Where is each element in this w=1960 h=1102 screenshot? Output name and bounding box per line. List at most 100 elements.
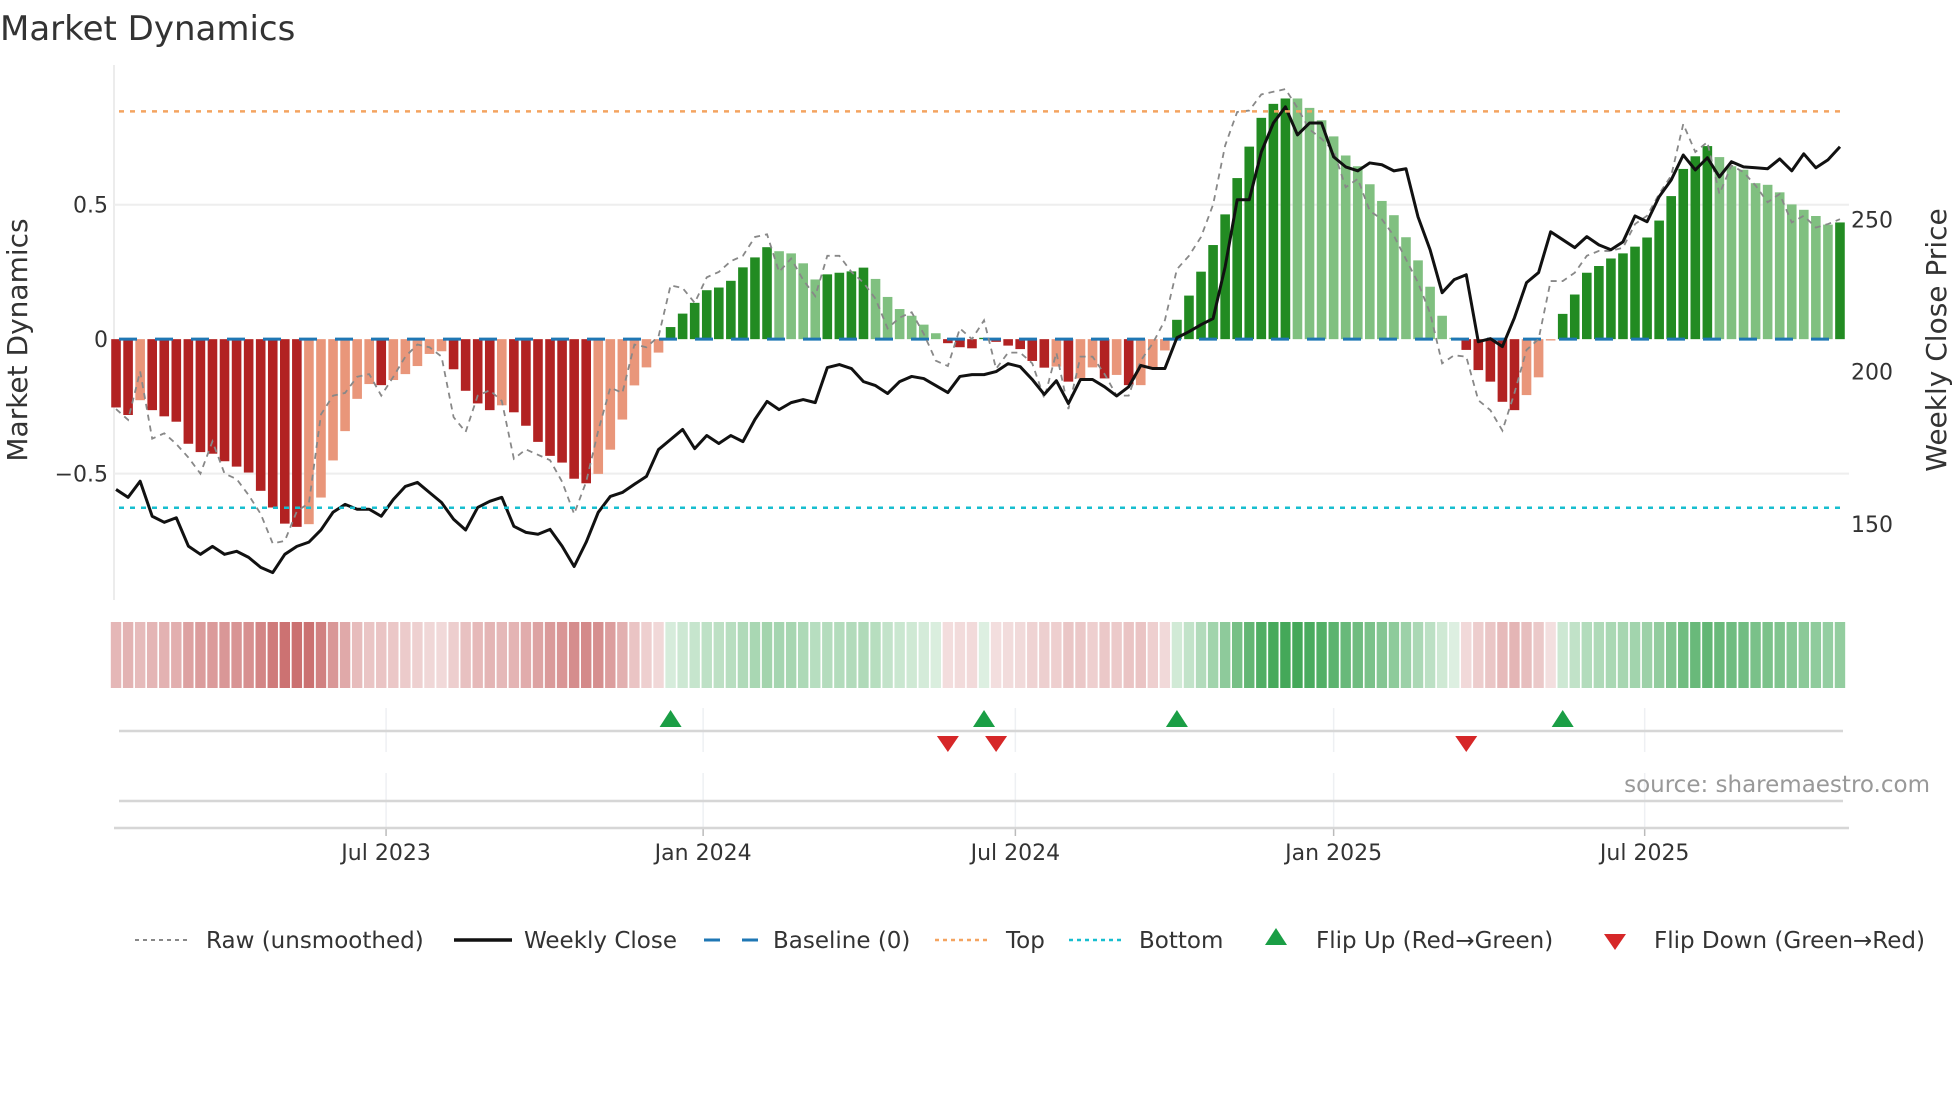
heat-strip-cell (1641, 622, 1653, 688)
momentum-bar (858, 267, 869, 340)
momentum-bar (1280, 98, 1291, 340)
heat-strip-cell (1473, 622, 1484, 688)
heat-strip-cell (1207, 622, 1219, 688)
heat-strip-cell (231, 622, 242, 688)
y2-tick-label: 200 (1851, 361, 1893, 386)
heat-strip-cell (1750, 622, 1761, 688)
momentum-bar (1268, 103, 1279, 340)
heat-strip-cell (1376, 622, 1388, 688)
heat-strip-cell (134, 622, 146, 688)
heat-strip-cell (1798, 622, 1810, 688)
heat-strip-cell (195, 622, 206, 688)
heat-strip-cell (556, 622, 568, 688)
heat-strip-cell (1014, 622, 1026, 688)
heat-strip-cell (665, 622, 676, 688)
momentum-bar (207, 339, 218, 454)
legend-flip-up-icon (1265, 928, 1287, 945)
heat-strip-cell (267, 622, 278, 688)
momentum-bar (304, 339, 314, 525)
raw-unsmoothed-line (115, 88, 1841, 545)
heat-strip-cell (207, 622, 218, 688)
heat-strip-cell (363, 622, 375, 688)
momentum-bar (316, 339, 326, 498)
heat-strip-cell (1786, 622, 1797, 688)
heat-strip-cell (1195, 622, 1207, 688)
heat-strip-cell (1231, 622, 1243, 688)
momentum-bar (159, 339, 170, 417)
heat-strip-cell (797, 622, 809, 688)
heat-strip-cell (1557, 622, 1568, 688)
heat-strip-cell (448, 622, 459, 688)
flip-up-marker (973, 710, 996, 727)
momentum-bar (931, 333, 941, 340)
legend-label: Top (1005, 928, 1045, 954)
heat-strip-cell (1388, 622, 1400, 688)
heat-strip-cell (146, 622, 158, 688)
momentum-bar (1630, 246, 1640, 340)
heat-strip-cell (1328, 622, 1339, 688)
heat-strip-cell (918, 622, 929, 688)
momentum-bar (1666, 196, 1676, 340)
heat-strip-cell (1605, 622, 1617, 688)
heat-strip-cell (1099, 622, 1110, 688)
heat-strip-cell (110, 622, 122, 688)
momentum-bar (1738, 169, 1749, 340)
heat-strip-cell (1678, 622, 1689, 688)
heat-strip-cell (846, 622, 857, 688)
momentum-bar (352, 339, 362, 399)
momentum-bar (1799, 209, 1809, 340)
momentum-bar (701, 290, 712, 340)
momentum-bar (1823, 224, 1833, 340)
momentum-bar (1606, 258, 1616, 340)
heat-strip-cell (484, 622, 495, 688)
legend-flip-down-icon (1604, 934, 1626, 950)
heat-strip-cell (1714, 622, 1725, 688)
heat-strip-cell (291, 622, 303, 688)
heat-strip-cell (1316, 622, 1327, 688)
legend-label: Flip Up (Red→Green) (1316, 928, 1553, 954)
momentum-bar (171, 339, 182, 422)
heat-strip-cell (713, 622, 725, 688)
x-tick-label: Jan 2024 (653, 841, 752, 866)
momentum-bar (376, 339, 387, 386)
flip-down-marker (1455, 736, 1478, 752)
heat-strip-cell (1256, 622, 1267, 688)
heat-strip-cell (1183, 622, 1195, 688)
heat-strip-cell (1834, 622, 1846, 688)
momentum-bar (1148, 339, 1158, 368)
momentum-heat-strip (110, 622, 1846, 688)
chart-title: Market Dynamics (0, 9, 295, 49)
heat-strip-cell (653, 622, 664, 688)
momentum-bar (557, 339, 567, 463)
momentum-bar (581, 339, 591, 484)
x-tick-label: Jul 2024 (969, 841, 1061, 866)
momentum-bar (1027, 339, 1038, 361)
momentum-bar (1437, 315, 1447, 340)
momentum-bar (111, 339, 121, 408)
heat-strip-cell (1569, 622, 1580, 688)
momentum-bar (1099, 339, 1110, 379)
momentum-bar (521, 339, 531, 426)
heat-strip-cell (749, 622, 761, 688)
legend-label: Baseline (0) (773, 928, 910, 954)
momentum-bar (1726, 166, 1737, 340)
momentum-bar (219, 339, 230, 462)
momentum-bar (846, 271, 857, 340)
heat-strip-cell (785, 622, 797, 688)
momentum-bar (195, 339, 206, 453)
momentum-bar (1135, 339, 1146, 386)
heat-strip-cell (532, 622, 544, 688)
momentum-bar (231, 339, 242, 467)
heat-strip-cell (1424, 622, 1436, 688)
heat-strip-cell (1617, 622, 1629, 688)
momentum-bar (677, 313, 688, 340)
momentum-bar (509, 339, 519, 413)
heat-strip-cell (737, 622, 749, 688)
momentum-bar (1497, 339, 1508, 402)
heat-strip-cell (1762, 622, 1773, 688)
momentum-bar (1509, 339, 1520, 411)
heat-strip-cell (810, 622, 821, 688)
heat-strip-cell (725, 622, 737, 688)
flip-up-marker (1551, 710, 1574, 727)
heat-strip-cell (1027, 622, 1038, 688)
